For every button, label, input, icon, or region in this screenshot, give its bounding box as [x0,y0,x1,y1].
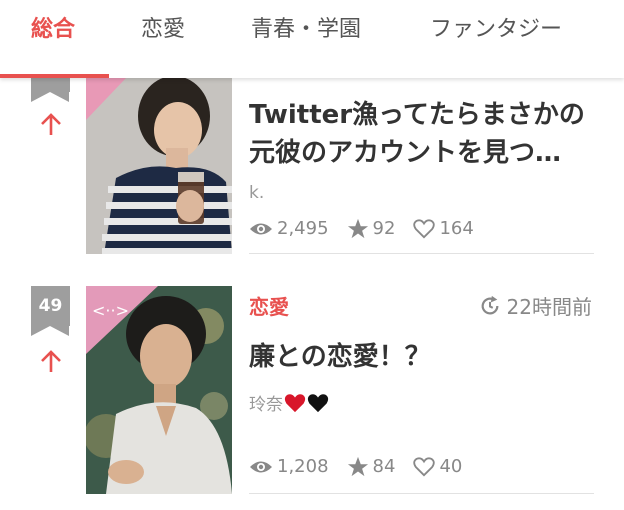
row-divider [249,493,594,494]
star-icon [347,456,368,477]
trend-up-icon [41,113,61,135]
star-icon [347,218,368,239]
active-tab-indicator [0,74,109,78]
likes-stat: 164 [413,218,474,239]
item-stats: 2,495 92 164 [249,218,492,239]
svg-text:<··>: <··> [92,301,129,320]
likes-count: 164 [439,218,474,239]
views-stat: 2,495 [249,218,329,239]
eye-icon [250,223,272,234]
stars-count: 92 [372,218,396,239]
updated-time: 22時間前 [479,291,592,320]
eye-icon [250,461,272,472]
black-heart-icon [307,393,329,412]
title-line-1: Twitter漁ってたらまさかの [249,100,585,130]
item-stats: 1,208 84 40 [249,456,480,477]
likes-count: 40 [439,456,463,477]
item-title[interactable]: Twitter漁ってたらまさかの 元彼のアカウントを見つ… [249,96,594,172]
rank-badge: 49 [31,286,70,336]
stars-stat: 84 [347,456,396,477]
refresh-clock-icon [481,295,498,314]
genre-label: 恋愛 [249,295,289,319]
title-line-1: 廉との恋愛！？ [249,342,431,372]
tab-romance[interactable]: 恋愛 [141,0,185,60]
views-count: 1,208 [277,456,329,477]
item-title[interactable]: 廉との恋愛！？ [249,338,594,376]
views-stat: 1,208 [249,456,329,477]
author-name[interactable]: k. [249,183,264,203]
trend-up-icon [41,350,61,372]
rank-badge [31,78,70,102]
tab-youth-school[interactable]: 青春・学園 [251,0,361,60]
author-block[interactable]: 玲奈 [249,390,329,415]
cover-image[interactable] [86,78,232,254]
ranking-item[interactable]: Twitter漁ってたらまさかの 元彼のアカウントを見つ… k. 2,495 9… [0,78,624,254]
updated-time-text: 22時間前 [506,295,592,319]
cover-image[interactable]: <··> [86,286,232,494]
title-line-2: 元彼のアカウントを見つ… [249,138,562,168]
row-divider [249,253,594,254]
views-count: 2,495 [277,218,329,239]
red-heart-icon [284,393,306,412]
tab-fantasy[interactable]: ファンタジー [430,0,562,60]
category-tab-bar: 総合 恋愛 青春・学園 ファンタジー [0,0,624,78]
author-name: 玲奈 [249,395,283,415]
tab-overall[interactable]: 総合 [31,0,75,60]
stars-count: 84 [372,456,396,477]
stars-stat: 92 [347,218,396,239]
likes-stat: 40 [413,456,462,477]
heart-icon [413,218,436,238]
ranking-item[interactable]: 49 <··> 恋愛 22時間前 廉との恋愛！？ 玲奈 1,208 84 40 [0,286,624,496]
heart-icon [413,456,436,476]
rank-number: 49 [38,296,63,316]
